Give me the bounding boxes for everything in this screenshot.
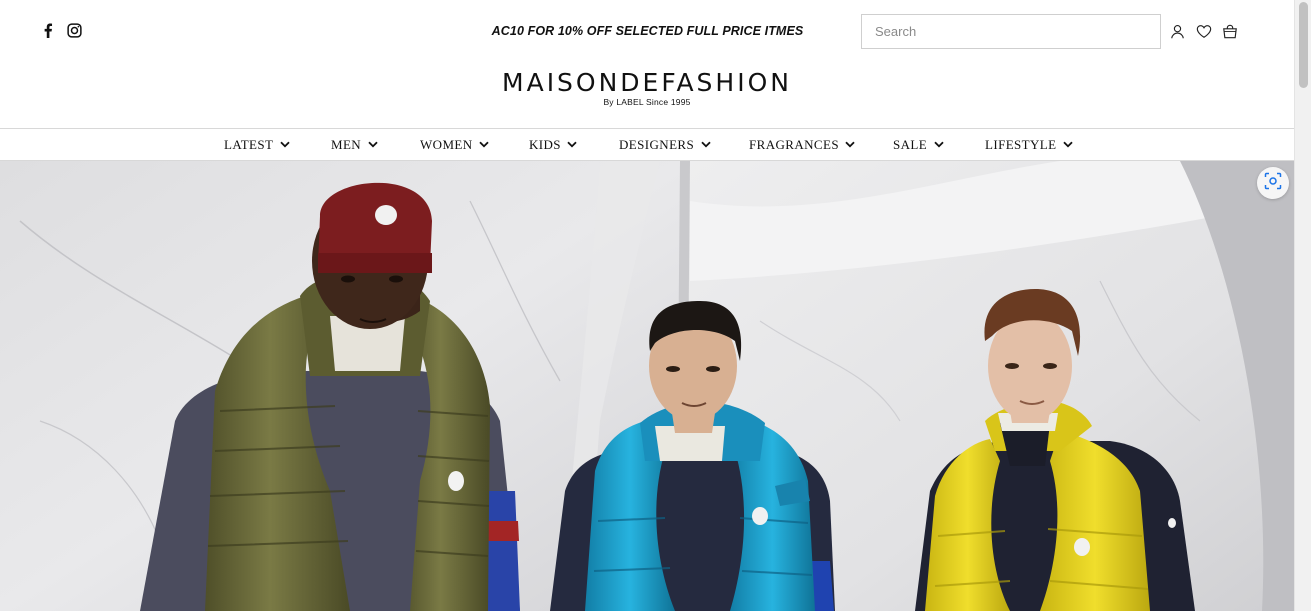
chevron-down-icon (700, 139, 711, 150)
chevron-down-icon (567, 139, 578, 150)
header-actions (1169, 23, 1238, 40)
chevron-down-icon (1062, 139, 1073, 150)
nav-item-fragrances[interactable]: FRAGRANCES (749, 129, 856, 160)
wishlist-heart-icon[interactable] (1195, 23, 1212, 40)
nav-item-lifestyle[interactable]: LIFESTYLE (985, 129, 1073, 160)
scrollbar-thumb[interactable] (1299, 2, 1308, 88)
logo-title: MAISONDEFASHION (502, 68, 792, 97)
nav-item-label: WOMEN (420, 136, 473, 152)
account-icon[interactable] (1169, 23, 1186, 40)
nav-item-label: FRAGRANCES (749, 136, 839, 152)
nav-item-label: MEN (331, 136, 362, 152)
promo-banner[interactable]: AC10 FOR 10% OFF SELECTED FULL PRICE ITM… (420, 24, 875, 38)
chevron-down-icon (367, 139, 378, 150)
search-box[interactable] (861, 14, 1161, 49)
page: AC10 FOR 10% OFF SELECTED FULL PRICE ITM… (0, 0, 1294, 611)
social-links (40, 22, 82, 38)
visual-search-lens-icon (1264, 172, 1282, 195)
instagram-icon[interactable] (66, 22, 82, 38)
hero-illustration (0, 161, 1294, 611)
nav-item-latest[interactable]: LATEST (224, 129, 290, 160)
shopping-bag-icon[interactable] (1221, 23, 1238, 40)
hero-banner-image[interactable] (0, 161, 1294, 611)
visual-search-lens-button[interactable] (1257, 167, 1289, 199)
nav-item-label: DESIGNERS (619, 136, 695, 152)
facebook-icon[interactable] (40, 22, 56, 38)
logo-subtitle: By LABEL Since 1995 (603, 97, 691, 107)
search-input[interactable] (862, 15, 1160, 48)
chevron-down-icon (845, 139, 856, 150)
nav-item-label: LIFESTYLE (985, 136, 1057, 152)
chevron-down-icon (479, 139, 490, 150)
main-navigation: LATEST MEN WOMEN KIDS DESIGNERS FRAGRANC… (0, 128, 1294, 161)
nav-item-women[interactable]: WOMEN (420, 129, 490, 160)
nav-item-kids[interactable]: KIDS (529, 129, 578, 160)
nav-item-label: KIDS (529, 136, 561, 152)
chevron-down-icon (933, 139, 944, 150)
nav-item-label: LATEST (224, 136, 274, 152)
vertical-scrollbar[interactable] (1294, 0, 1311, 611)
site-logo[interactable]: MAISONDEFASHION By LABEL Since 1995 (480, 68, 814, 107)
site-header: AC10 FOR 10% OFF SELECTED FULL PRICE ITM… (0, 0, 1294, 128)
nav-item-men[interactable]: MEN (331, 129, 378, 160)
chevron-down-icon (279, 139, 290, 150)
nav-item-label: SALE (893, 136, 928, 152)
nav-item-designers[interactable]: DESIGNERS (619, 129, 711, 160)
nav-item-sale[interactable]: SALE (893, 129, 944, 160)
